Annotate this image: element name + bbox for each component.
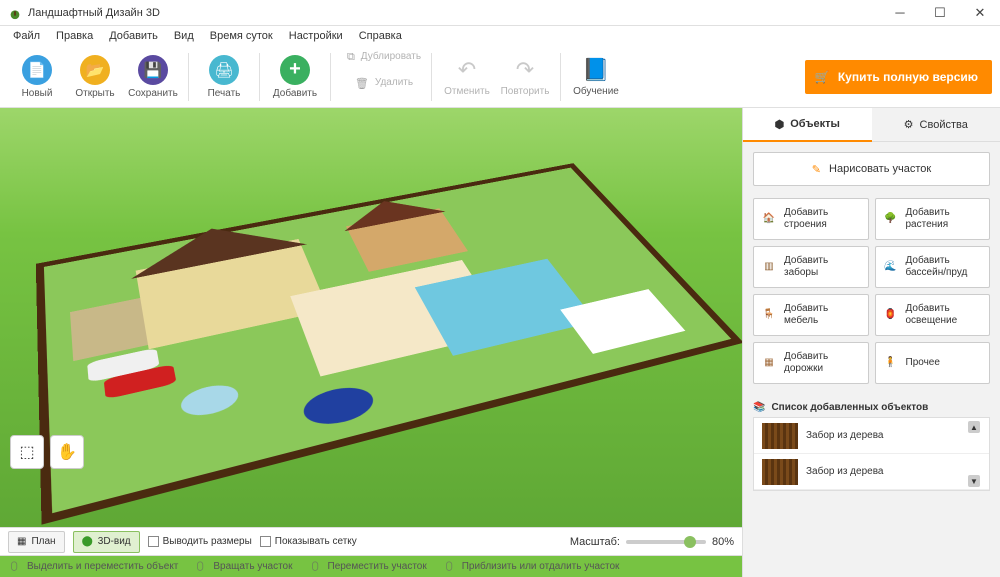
layers-icon: 📚	[753, 402, 765, 413]
add-pool-button[interactable]: 🌊Добавить бассейн/пруд	[875, 246, 991, 288]
hint-rotate: Вращать участок	[194, 560, 292, 574]
plan-icon: ▦	[17, 536, 26, 547]
objects-list-header: Список добавленных объектов	[771, 402, 928, 413]
close-button[interactable]: ✕	[960, 0, 1000, 26]
menu-view[interactable]: Вид	[167, 28, 201, 44]
list-item[interactable]: Забор из дерева	[754, 454, 989, 490]
list-item[interactable]: Забор из дерева	[754, 418, 989, 454]
menu-edit[interactable]: Правка	[49, 28, 100, 44]
buy-button[interactable]: 🛒Купить полную версию	[805, 60, 992, 94]
trash-icon: 🗑	[355, 77, 369, 90]
undo-button[interactable]: ↶Отменить	[438, 48, 496, 106]
open-button[interactable]: 📂Открыть	[66, 48, 124, 106]
tab-objects[interactable]: ⬢Объекты	[743, 108, 872, 142]
plant-icon: 🌳	[882, 210, 900, 228]
pool-icon: 🌊	[882, 258, 900, 276]
duplicate-icon: ⧉	[347, 51, 355, 64]
cart-icon: 🛒	[815, 70, 830, 84]
window-title: Ландшафтный Дизайн 3D	[28, 7, 880, 19]
scale-label: Масштаб:	[570, 536, 620, 548]
scale-slider[interactable]	[626, 540, 706, 544]
hint-move: Переместить участок	[309, 560, 427, 574]
scale-value: 80%	[712, 536, 734, 548]
lamp-icon: 🏮	[882, 306, 900, 324]
scroll-up-button[interactable]: ▲	[968, 421, 980, 433]
fence-thumb-icon	[762, 423, 798, 449]
3d-view-button[interactable]: ⬤3D-вид	[73, 531, 140, 553]
redo-button[interactable]: ↷Повторить	[496, 48, 554, 106]
tab-properties[interactable]: ⚙Свойства	[872, 108, 1000, 142]
learn-button[interactable]: 📘Обучение	[567, 48, 625, 106]
add-other-button[interactable]: 🧍Прочее	[875, 342, 991, 384]
minimize-button[interactable]: ─	[880, 0, 920, 26]
menu-settings[interactable]: Настройки	[282, 28, 350, 44]
path-icon: ▦	[760, 354, 778, 372]
delete-button[interactable]: 🗑Удалить	[337, 77, 425, 103]
pencil-icon: ✎	[812, 163, 821, 176]
save-button[interactable]: 💾Сохранить	[124, 48, 182, 106]
scroll-down-button[interactable]: ▼	[968, 475, 980, 487]
menu-daytime[interactable]: Время суток	[203, 28, 280, 44]
gear-icon: ⚙	[904, 118, 914, 131]
fence-icon: ▥	[760, 258, 778, 276]
chair-icon: 🪑	[760, 306, 778, 324]
add-button[interactable]: +Добавить	[266, 48, 324, 106]
other-icon: 🧍	[882, 354, 900, 372]
menu-add[interactable]: Добавить	[102, 28, 165, 44]
tree-icon: ⬤	[82, 536, 93, 547]
duplicate-button[interactable]: ⧉Дублировать	[337, 51, 425, 77]
hint-select: Выделить и переместить объект	[8, 560, 178, 574]
objects-list: Забор из дерева Забор из дерева	[753, 417, 990, 491]
add-fences-button[interactable]: ▥Добавить заборы	[753, 246, 869, 288]
menu-help[interactable]: Справка	[352, 28, 409, 44]
show-dimensions-checkbox[interactable]: Выводить размеры	[148, 536, 252, 547]
pan-tool[interactable]: ✋	[50, 435, 84, 469]
orbit-tool[interactable]: ⬚	[10, 435, 44, 469]
new-button[interactable]: 📄Новый	[8, 48, 66, 106]
maximize-button[interactable]: ☐	[920, 0, 960, 26]
draw-plot-button[interactable]: ✎Нарисовать участок	[753, 152, 990, 186]
add-paths-button[interactable]: ▦Добавить дорожки	[753, 342, 869, 384]
plan-view-button[interactable]: ▦План	[8, 531, 65, 553]
add-buildings-button[interactable]: 🏠Добавить строения	[753, 198, 869, 240]
objects-icon: ⬢	[775, 118, 785, 131]
show-grid-checkbox[interactable]: Показывать сетку	[260, 536, 357, 547]
3d-viewport[interactable]: ⬚ ✋	[0, 108, 742, 527]
print-button[interactable]: 🖨Печать	[195, 48, 253, 106]
hint-zoom: Приблизить или отдалить участок	[443, 560, 620, 574]
app-icon	[8, 6, 22, 20]
add-lighting-button[interactable]: 🏮Добавить освещение	[875, 294, 991, 336]
add-plants-button[interactable]: 🌳Добавить растения	[875, 198, 991, 240]
add-furniture-button[interactable]: 🪑Добавить мебель	[753, 294, 869, 336]
house-icon: 🏠	[760, 210, 778, 228]
menubar: Файл Правка Добавить Вид Время суток Нас…	[0, 26, 1000, 46]
fence-thumb-icon	[762, 459, 798, 485]
menu-file[interactable]: Файл	[6, 28, 47, 44]
